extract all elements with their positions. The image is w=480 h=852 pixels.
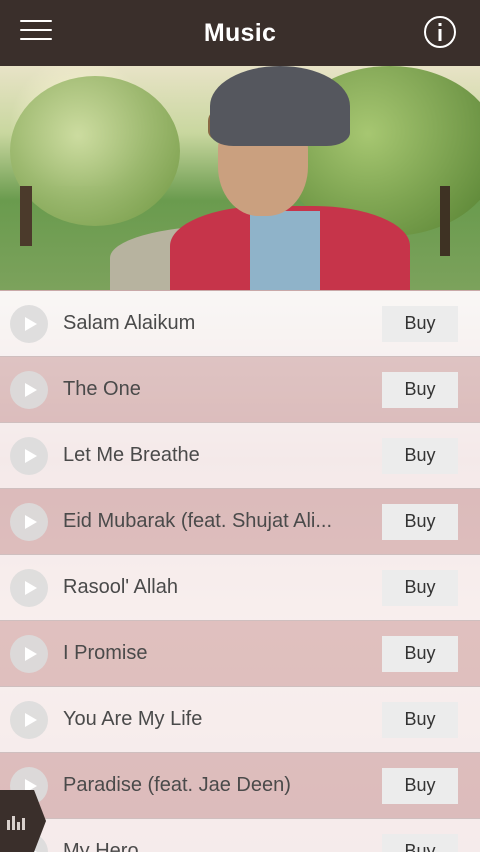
app-header: Music: [0, 0, 480, 66]
info-icon[interactable]: [424, 16, 456, 48]
play-icon[interactable]: [10, 568, 48, 607]
play-icon[interactable]: [10, 370, 48, 409]
buy-button[interactable]: Buy: [382, 701, 458, 738]
song-row: Paradise (feat. Jae Deen) Buy: [0, 753, 480, 819]
song-title: Eid Mubarak (feat. Shujat Ali...: [63, 510, 333, 532]
song-title: Paradise (feat. Jae Deen): [63, 774, 291, 796]
song-row: I Promise Buy: [0, 621, 480, 687]
play-icon[interactable]: [10, 634, 48, 673]
artist-photo: [160, 66, 410, 290]
song-row: Let Me Breathe Buy: [0, 423, 480, 489]
song-title: My Hero: [63, 840, 139, 852]
equalizer-icon: [7, 816, 25, 830]
buy-button[interactable]: Buy: [382, 833, 458, 852]
play-icon[interactable]: [10, 502, 48, 541]
song-list: Salam Alaikum Buy The One Buy Let Me Bre…: [0, 291, 480, 852]
song-title: I Promise: [63, 642, 148, 664]
song-row: My Hero Buy: [0, 819, 480, 852]
play-icon[interactable]: [10, 436, 48, 475]
hamburger-menu-icon[interactable]: [20, 20, 62, 46]
buy-button[interactable]: Buy: [382, 503, 458, 540]
song-row: Eid Mubarak (feat. Shujat Ali... Buy: [0, 489, 480, 555]
song-row: Rasool' Allah Buy: [0, 555, 480, 621]
song-row: The One Buy: [0, 357, 480, 423]
buy-button[interactable]: Buy: [382, 305, 458, 342]
buy-button[interactable]: Buy: [382, 569, 458, 606]
song-title: Let Me Breathe: [63, 444, 200, 466]
song-row: You Are My Life Buy: [0, 687, 480, 753]
play-icon[interactable]: [10, 700, 48, 739]
song-title: You Are My Life: [63, 708, 203, 730]
play-icon[interactable]: [10, 304, 48, 343]
buy-button[interactable]: Buy: [382, 767, 458, 804]
song-title: The One: [63, 378, 141, 400]
buy-button[interactable]: Buy: [382, 635, 458, 672]
buy-button[interactable]: Buy: [382, 437, 458, 474]
song-row: Salam Alaikum Buy: [0, 291, 480, 357]
page-title: Music: [203, 18, 277, 47]
buy-button[interactable]: Buy: [382, 371, 458, 408]
song-title: Rasool' Allah: [63, 576, 178, 598]
artist-hero-image: [0, 66, 480, 290]
song-title: Salam Alaikum: [63, 312, 196, 334]
